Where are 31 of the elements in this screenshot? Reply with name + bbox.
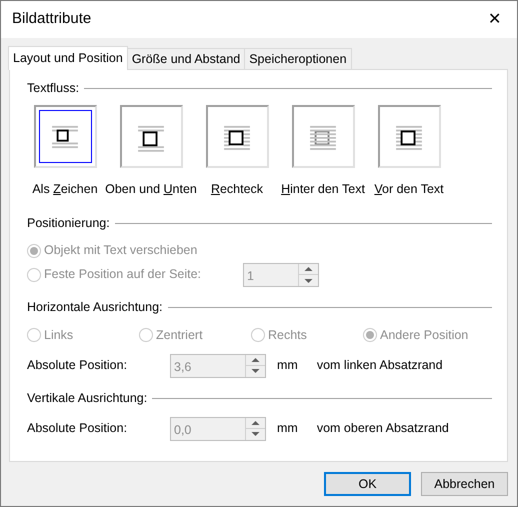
reference-label: vom linken Absatzrand [316, 357, 443, 374]
cancel-button[interactable]: Abbrechen [421, 472, 508, 496]
ok-button[interactable]: OK [324, 472, 411, 496]
wrap-option-label: Vor den Text [374, 181, 444, 198]
field-label: Absolute Position: [27, 357, 128, 374]
wrap-option-label: Rechteck [210, 181, 264, 198]
section-heading: Textfluss: [27, 80, 80, 97]
radio-label: Feste Position auf der Seite: [44, 266, 202, 284]
section-heading: Positionierung: [27, 215, 110, 232]
unit-label: mm [277, 420, 298, 438]
wrap-option-button[interactable] [120, 105, 182, 168]
wrap-option-button[interactable] [206, 105, 268, 168]
unit-label: mm [277, 357, 298, 374]
wrap-option-button[interactable] [378, 105, 440, 168]
radio-label: Links [44, 326, 74, 344]
wrap-option-label: Hinter den Text [281, 181, 365, 198]
section-heading: Horizontale Ausrichtung: [27, 299, 162, 316]
close-button[interactable]: ✕ [482, 8, 507, 32]
radio-label: Zentriert [156, 326, 203, 344]
radio-label: Rechts [268, 326, 307, 344]
wrap-option-button[interactable] [34, 105, 96, 168]
radio-label: Objekt mit Text verschieben [44, 242, 198, 260]
wrap-option-label: Oben und Unten [105, 181, 197, 198]
wrap-option-label: Als Zeichen [32, 181, 98, 198]
window-title: Bildattribute [12, 9, 92, 30]
tab[interactable]: Speicheroptionen [244, 48, 352, 69]
reference-label: vom oberen Absatzrand [316, 420, 449, 438]
field-label: Absolute Position: [27, 420, 128, 438]
radio-label: Andere Position [380, 326, 468, 344]
section-heading: Vertikale Ausrichtung: [27, 390, 148, 408]
tab[interactable]: Layout und Position [8, 46, 128, 70]
